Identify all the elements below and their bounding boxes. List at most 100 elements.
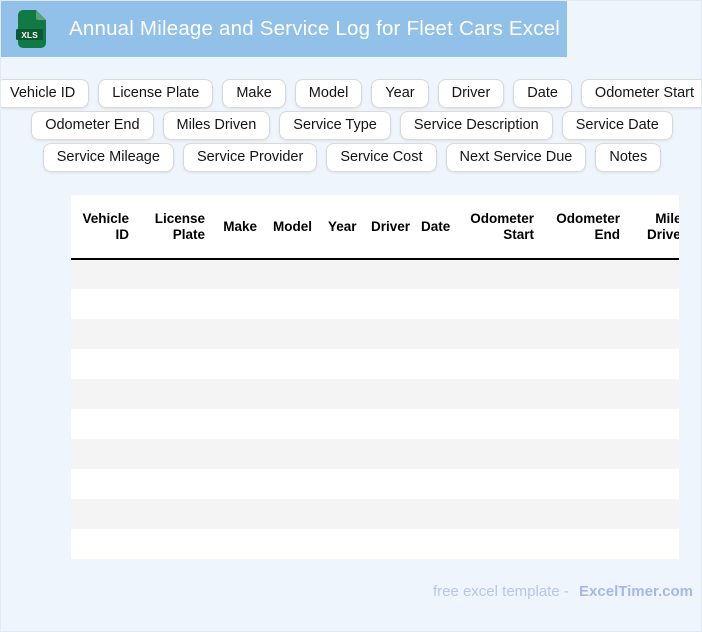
table-cell xyxy=(137,469,213,499)
table-cell xyxy=(71,529,137,559)
table-cell xyxy=(265,409,320,439)
table-cell xyxy=(542,469,628,499)
chip-odometer-end[interactable]: Odometer End xyxy=(31,111,154,140)
table-cell xyxy=(542,259,628,289)
table-row xyxy=(71,379,679,409)
table-cell xyxy=(542,529,628,559)
table-cell xyxy=(542,289,628,319)
table-cell xyxy=(137,259,213,289)
table-cell xyxy=(628,379,679,409)
chip-service-type[interactable]: Service Type xyxy=(279,111,391,140)
table-cell xyxy=(320,529,363,559)
table-cell xyxy=(320,319,363,349)
table-cell xyxy=(628,289,679,319)
chip-license-plate[interactable]: License Plate xyxy=(98,79,214,108)
chip-row-1: Vehicle ID License Plate Make Model Year Driv… xyxy=(1,79,701,108)
table-cell xyxy=(320,289,363,319)
table-cell xyxy=(71,349,137,379)
table-cell xyxy=(628,469,679,499)
table-cell xyxy=(71,379,137,409)
table-cell xyxy=(413,319,458,349)
chip-notes[interactable]: Notes xyxy=(595,143,662,172)
column-header-make: Make xyxy=(213,195,265,260)
table-cell xyxy=(71,499,137,529)
table-cell xyxy=(413,469,458,499)
table-cell xyxy=(458,439,542,469)
table-cell xyxy=(137,379,213,409)
table-row xyxy=(71,499,679,529)
column-header-driver: Driver xyxy=(363,195,413,260)
footer-brand-link[interactable]: ExcelTimer.com xyxy=(579,583,693,600)
table-cell xyxy=(71,409,137,439)
column-header-odometer-start: Odometer Start xyxy=(458,195,542,260)
table-row xyxy=(71,319,679,349)
table-cell xyxy=(213,409,265,439)
table-cell xyxy=(137,349,213,379)
column-header-miles-driven: Miles Driven xyxy=(628,195,679,260)
table-cell xyxy=(628,349,679,379)
table-cell xyxy=(628,529,679,559)
chip-date[interactable]: Date xyxy=(513,79,572,108)
table-cell xyxy=(265,469,320,499)
table-row xyxy=(71,259,679,289)
table-cell xyxy=(213,439,265,469)
table-cell xyxy=(71,469,137,499)
chip-service-date[interactable]: Service Date xyxy=(561,111,673,140)
table-cell xyxy=(542,379,628,409)
table-cell xyxy=(265,319,320,349)
table-cell xyxy=(542,439,628,469)
column-header-date: Date xyxy=(413,195,458,260)
table-cell xyxy=(413,349,458,379)
table-cell xyxy=(213,259,265,289)
chip-year[interactable]: Year xyxy=(371,79,429,108)
table-row xyxy=(71,439,679,469)
table-cell xyxy=(265,529,320,559)
column-header-license-plate: License Plate xyxy=(137,195,213,260)
chip-service-mileage[interactable]: Service Mileage xyxy=(42,143,174,172)
table-cell xyxy=(458,349,542,379)
table-cell xyxy=(137,289,213,319)
table-cell xyxy=(363,259,413,289)
log-table-container: Vehicle ID License Plate Make Model Year Driv… xyxy=(71,195,679,559)
chip-vehicle-id[interactable]: Vehicle ID xyxy=(1,79,90,108)
table-cell xyxy=(542,319,628,349)
table-cell xyxy=(628,319,679,349)
table-cell xyxy=(137,409,213,439)
chip-service-description[interactable]: Service Description xyxy=(399,111,553,140)
table-cell xyxy=(320,469,363,499)
title-banner: XLS Annual Mileage and Service Log for F… xyxy=(1,1,567,57)
chip-service-cost[interactable]: Service Cost xyxy=(326,143,437,172)
table-cell xyxy=(363,379,413,409)
table-cell xyxy=(363,529,413,559)
chip-driver[interactable]: Driver xyxy=(437,79,505,108)
footer: free excel template - ExcelTimer.com xyxy=(433,583,693,600)
table-cell xyxy=(265,439,320,469)
chip-model[interactable]: Model xyxy=(294,79,363,108)
table-cell xyxy=(413,499,458,529)
table-cell xyxy=(413,439,458,469)
table-body xyxy=(71,259,679,559)
xls-file-icon: XLS xyxy=(16,10,46,48)
table-cell xyxy=(320,409,363,439)
table-cell xyxy=(413,529,458,559)
table-cell xyxy=(213,379,265,409)
table-cell xyxy=(413,409,458,439)
table-cell xyxy=(458,259,542,289)
table-cell xyxy=(137,439,213,469)
table-cell xyxy=(628,439,679,469)
table-cell xyxy=(363,319,413,349)
chip-make[interactable]: Make xyxy=(222,79,286,108)
table-cell xyxy=(458,469,542,499)
chip-service-provider[interactable]: Service Provider xyxy=(182,143,318,172)
table-cell xyxy=(320,439,363,469)
chip-odometer-start[interactable]: Odometer Start xyxy=(580,79,701,108)
chip-miles-driven[interactable]: Miles Driven xyxy=(162,111,271,140)
table-cell xyxy=(363,439,413,469)
column-header-year: Year xyxy=(320,195,363,260)
table-cell xyxy=(628,409,679,439)
chip-next-service-due[interactable]: Next Service Due xyxy=(445,143,587,172)
mileage-log-table: Vehicle ID License Plate Make Model Year Driv… xyxy=(71,195,679,559)
table-cell xyxy=(458,379,542,409)
table-cell xyxy=(137,319,213,349)
table-cell xyxy=(265,349,320,379)
